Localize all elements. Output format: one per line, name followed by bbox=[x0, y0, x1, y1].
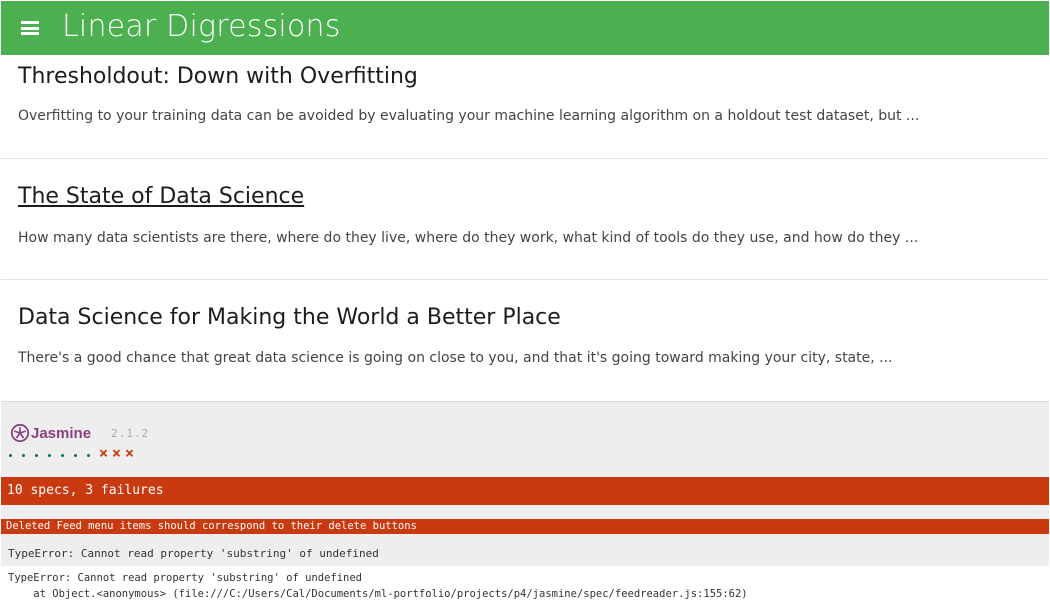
feed-entry[interactable]: The State of Data Science How many data … bbox=[1, 159, 1049, 280]
spec-passed-dot[interactable] bbox=[21, 446, 34, 460]
jasmine-reporter: Jasmine 2.1.2 × × × 10 specs, 3 failures D… bbox=[1, 401, 1049, 600]
entry-snippet: How many data scientists are there, wher… bbox=[18, 230, 919, 246]
spec-passed-dot[interactable] bbox=[86, 446, 99, 460]
spec-summary-bar: 10 specs, 3 failures bbox=[1, 477, 1049, 505]
jasmine-flower-icon bbox=[10, 423, 30, 443]
spec-passed-dot[interactable] bbox=[8, 446, 21, 460]
spec-passed-dot[interactable] bbox=[60, 446, 73, 460]
entry-title[interactable]: The State of Data Science bbox=[18, 184, 304, 209]
entry-snippet: Overfitting to your training data can be… bbox=[18, 108, 920, 124]
entry-title[interactable]: Data Science for Making the World a Bett… bbox=[18, 305, 561, 330]
spec-passed-dot[interactable] bbox=[73, 446, 86, 460]
entry-snippet: There's a good chance that great data sc… bbox=[18, 350, 893, 366]
spec-symbols: × × × bbox=[8, 446, 138, 461]
jasmine-version: 2.1.2 bbox=[111, 427, 150, 440]
failure-message: TypeError: Cannot read property 'substri… bbox=[8, 547, 379, 560]
failed-spec-title[interactable]: Deleted Feed menu items should correspon… bbox=[1, 519, 1049, 534]
app-header: Linear Digressions bbox=[1, 1, 1049, 55]
stack-trace: TypeError: Cannot read property 'substri… bbox=[1, 566, 1049, 600]
spec-failed-x[interactable]: × bbox=[99, 446, 112, 461]
spec-failed-x[interactable]: × bbox=[125, 446, 138, 461]
jasmine-logo-text: Jasmine bbox=[31, 424, 92, 442]
feed-entry[interactable]: Data Science for Making the World a Bett… bbox=[1, 280, 1049, 401]
spec-failed-x[interactable]: × bbox=[112, 446, 125, 461]
jasmine-logo[interactable]: Jasmine bbox=[10, 423, 91, 443]
stack-line: at Object.<anonymous> (file:///C:/Users/… bbox=[8, 588, 748, 600]
spec-passed-dot[interactable] bbox=[34, 446, 47, 460]
site-title: Linear Digressions bbox=[62, 9, 341, 44]
spec-passed-dot[interactable] bbox=[47, 446, 60, 460]
entry-title[interactable]: Thresholdout: Down with Overfitting bbox=[18, 64, 418, 89]
feed-entry[interactable]: Thresholdout: Down with Overfitting Over… bbox=[1, 55, 1049, 159]
hamburger-menu-icon[interactable] bbox=[21, 21, 39, 35]
stack-line: TypeError: Cannot read property 'substri… bbox=[8, 572, 363, 584]
